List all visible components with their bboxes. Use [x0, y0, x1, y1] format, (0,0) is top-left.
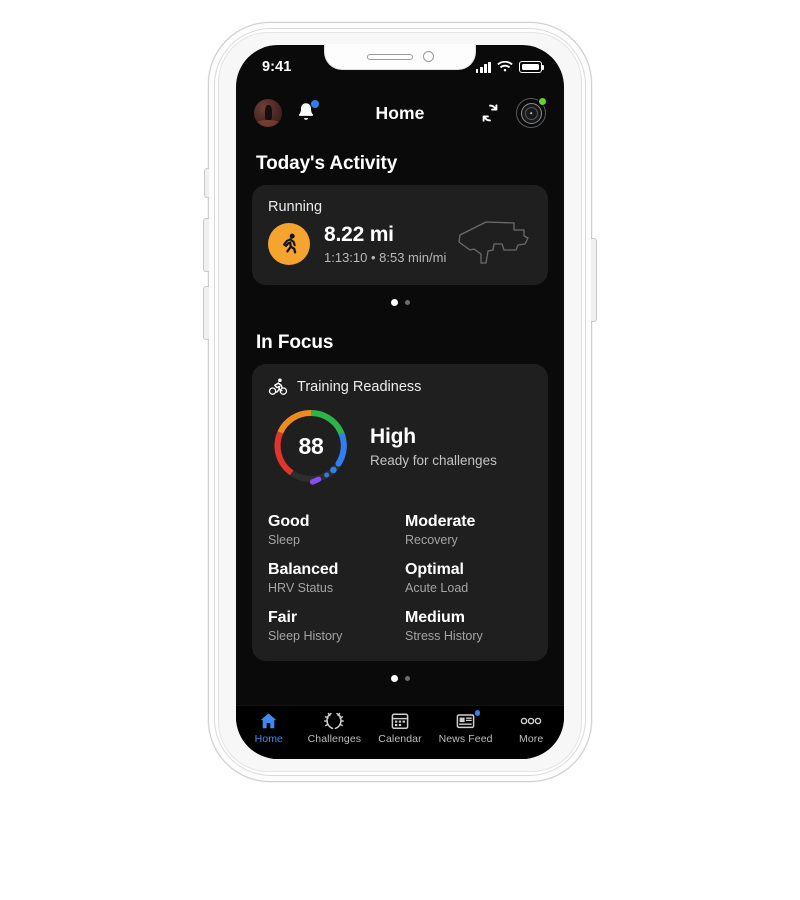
watch-face: [520, 102, 542, 124]
activity-details: 1:13:10 • 8:53 min/mi: [324, 249, 447, 265]
sync-refresh-icon[interactable]: [479, 102, 501, 124]
readiness-score: 88: [298, 432, 324, 459]
metric-cell[interactable]: Balanced HRV Status: [268, 561, 395, 595]
user-avatar[interactable]: [254, 99, 282, 127]
speaker-slot-icon: [366, 53, 413, 60]
pager-dot[interactable]: [404, 300, 410, 305]
metric-cell[interactable]: Medium Stress History: [405, 609, 532, 643]
mute-switch[interactable]: [204, 168, 209, 198]
metric-value: Medium: [405, 609, 465, 626]
status-bar-indicators: [475, 61, 545, 73]
device-status-badge: [538, 97, 547, 106]
metric-cell[interactable]: Moderate Recovery: [405, 513, 532, 547]
cellular-bars-icon: [475, 61, 491, 73]
activity-card[interactable]: Running 8.22 mi 1:13:10 • 8:53 min/mi: [252, 185, 548, 285]
in-focus-pager[interactable]: [236, 661, 564, 692]
tab-label: News Feed: [438, 733, 493, 745]
tab-more[interactable]: More: [498, 711, 564, 745]
metric-value: Moderate: [405, 513, 476, 530]
metric-value: Good: [268, 513, 310, 530]
readiness-gauge: 88: [268, 403, 354, 489]
battery-icon: [519, 61, 545, 73]
laurel-icon: [324, 711, 345, 730]
phone-screen: 9:41 Home Today's Activity Running 8.22 …: [236, 45, 564, 759]
home-icon: [259, 711, 278, 730]
section-title-today: Today's Activity: [256, 153, 398, 174]
tab-label: Calendar: [378, 733, 422, 745]
metric-value: Balanced: [268, 561, 339, 578]
power-button[interactable]: [591, 238, 597, 322]
phone-notch: [324, 44, 476, 70]
metric-label: Recovery: [405, 533, 458, 547]
tab-label: Challenges: [307, 733, 362, 745]
metric-label: Sleep: [268, 533, 300, 547]
status-bar-time: 9:41: [262, 59, 292, 75]
news-feed-badge: [474, 710, 481, 716]
notifications-button[interactable]: [296, 100, 319, 125]
metric-label: HRV Status: [268, 581, 334, 595]
tab-news-feed[interactable]: News Feed: [433, 710, 499, 745]
readiness-metrics-grid: Good Sleep Moderate Recovery Balanced HR…: [252, 489, 548, 643]
readiness-text: High Ready for challenges: [358, 425, 497, 468]
device-button[interactable]: [516, 97, 547, 128]
notifications-badge: [311, 100, 319, 108]
pager-dot-active[interactable]: [390, 299, 398, 306]
running-icon: [268, 223, 310, 265]
metric-cell[interactable]: Optimal Acute Load: [405, 561, 532, 595]
header-actions: [479, 97, 547, 128]
metric-value: Optimal: [405, 561, 464, 578]
tab-label: Home: [254, 733, 283, 745]
activity-distance: 8.22 mi: [324, 223, 394, 247]
readiness-level: High: [370, 424, 416, 448]
front-camera-icon: [422, 51, 434, 62]
metric-cell[interactable]: Fair Sleep History: [268, 609, 395, 643]
ellipsis-icon: [520, 711, 542, 730]
calendar-icon: [391, 711, 409, 730]
tab-calendar[interactable]: Calendar: [367, 711, 433, 745]
training-readiness-label: Training Readiness: [297, 378, 422, 395]
cyclist-icon: [268, 378, 288, 395]
readiness-hint: Ready for challenges: [370, 452, 497, 468]
pager-dot[interactable]: [404, 676, 410, 681]
at-a-glance-header: At a Glance See All: [236, 692, 564, 705]
route-map-icon: [458, 221, 529, 264]
app-header: Home: [236, 89, 564, 137]
screenshot-canvas: 9:41 Home Today's Activity Running 8.22 …: [0, 0, 800, 900]
training-readiness-header: Training Readiness: [252, 378, 548, 395]
tab-label: More: [519, 733, 544, 745]
metric-cell[interactable]: Good Sleep: [268, 513, 395, 547]
news-icon: [456, 710, 481, 730]
section-title-in-focus: In Focus: [256, 332, 334, 353]
metric-value: Fair: [268, 609, 297, 626]
activity-stats: 8.22 mi 1:13:10 • 8:53 min/mi: [324, 223, 446, 264]
metric-label: Acute Load: [405, 581, 469, 595]
metric-label: Sleep History: [268, 629, 343, 643]
tab-home[interactable]: Home: [236, 711, 302, 745]
volume-up-button[interactable]: [203, 218, 209, 272]
training-readiness-main: 88 High Ready for challenges: [252, 395, 548, 489]
volume-down-button[interactable]: [203, 286, 209, 340]
activity-pager[interactable]: [236, 285, 564, 316]
bottom-tab-bar: Home Challenges Calendar News Feed More: [236, 705, 564, 759]
tab-challenges[interactable]: Challenges: [302, 711, 368, 745]
home-scroll-content[interactable]: Today's Activity Running 8.22 mi 1:13:10…: [236, 137, 564, 705]
metric-label: Stress History: [405, 629, 483, 643]
wifi-icon: [497, 61, 513, 72]
training-readiness-card[interactable]: Training Readiness 88 High Ready for cha…: [252, 364, 548, 661]
pager-dot-active[interactable]: [390, 675, 398, 682]
